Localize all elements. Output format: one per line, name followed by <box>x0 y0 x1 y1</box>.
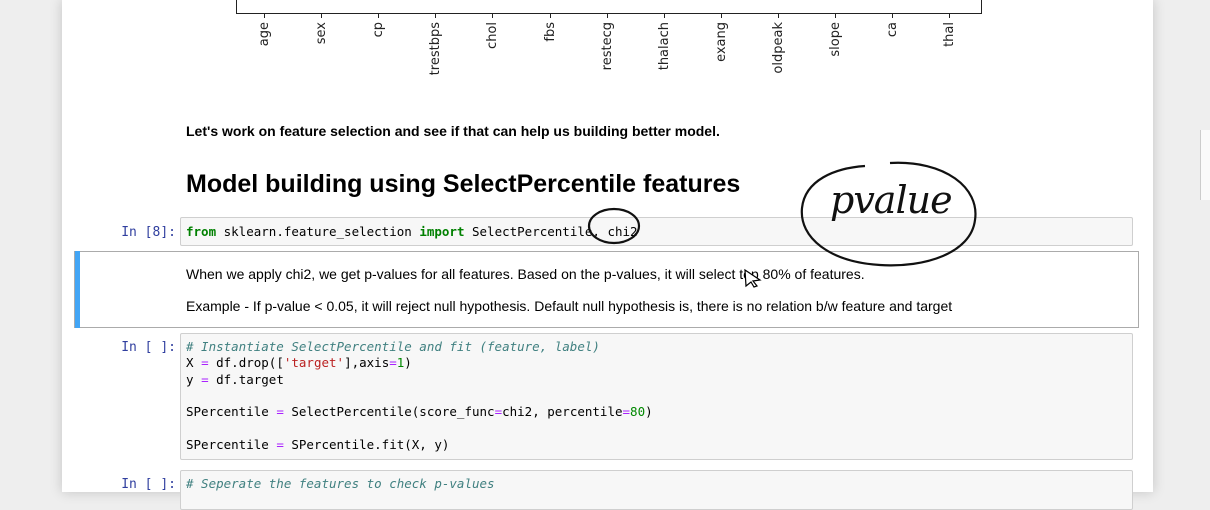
chart-x-tick-label: chol <box>485 22 501 49</box>
chart-x-tick <box>720 13 722 18</box>
chart-x-tick <box>949 13 951 18</box>
chart-x-tick <box>663 13 665 18</box>
chart-x-tick-label: fbs <box>542 22 558 42</box>
chart-x-tick-label: slope <box>828 22 843 57</box>
section-heading: Model building using SelectPercentile fe… <box>186 170 741 198</box>
side-panel-edge <box>1200 130 1210 200</box>
code-line: from sklearn.feature_selection import Se… <box>181 218 1132 240</box>
code-cell-pvalues[interactable]: # Seperate the features to check p-value… <box>180 470 1133 510</box>
code-text: SelectPercentile, <box>464 224 608 239</box>
code-block: # Instantiate SelectPercentile and fit (… <box>186 339 653 452</box>
chart-x-tick <box>777 13 779 18</box>
chart-x-tick-label: cp <box>371 22 387 38</box>
code-comment: # Seperate the features to check p-value… <box>186 476 495 491</box>
chart-x-tick-label: thal <box>942 22 958 47</box>
code-keyword: from <box>186 224 217 239</box>
chart-x-tick-label: oldpeak <box>770 22 786 74</box>
code-keyword: import <box>419 224 465 239</box>
cell-selection-indicator <box>75 251 80 328</box>
chart-x-tick-label: thalach <box>656 22 672 71</box>
chart-x-tick <box>378 13 380 18</box>
code-cell-import[interactable]: from sklearn.feature_selection import Se… <box>180 217 1133 246</box>
code-string: 'target' <box>283 355 345 371</box>
code-text-chi2: chi2 <box>607 224 638 239</box>
chart-x-tick <box>321 13 323 18</box>
chart-x-tick <box>435 13 437 18</box>
markdown-explanation-line2: Example - If p-value < 0.05, it will rej… <box>186 298 953 314</box>
cell-prompt: In [ ]: <box>121 340 176 355</box>
chart-axes-frame <box>236 0 982 14</box>
markdown-explanation-line1: When we apply chi2, we get p-values for … <box>186 266 865 282</box>
chart-x-tick <box>606 13 608 18</box>
chart-x-tick-label: trestbps <box>428 22 444 76</box>
chart-x-tick <box>264 13 265 18</box>
code-block: # Seperate the features to check p-value… <box>181 471 1132 492</box>
code-number: 80 <box>630 404 646 420</box>
notebook-page: age sex cp trestbps chol fbs restecg thalach exa… <box>62 0 1153 510</box>
cell-prompt: In [8]: <box>121 225 176 240</box>
chart-x-tick <box>835 13 836 18</box>
markdown-intro-text: Let's work on feature selection and see … <box>186 123 720 139</box>
code-text: sklearn.feature_selection <box>216 224 420 239</box>
code-cell-fit[interactable]: # Instantiate SelectPercentile and fit (… <box>180 333 1133 460</box>
code-comment: # Instantiate SelectPercentile and fit (… <box>186 339 600 354</box>
cell-prompt: In [ ]: <box>121 477 176 492</box>
chart-x-tick-label: exang <box>713 22 729 62</box>
markdown-cell-selected[interactable] <box>74 251 1139 328</box>
chart-x-tick <box>892 13 894 18</box>
chart-x-tick-label: age <box>257 22 272 47</box>
chart-x-tick-label: sex <box>314 22 330 45</box>
chart-x-tick-label: ca <box>885 22 901 38</box>
chart-x-tick <box>492 13 494 18</box>
chart-x-tick <box>549 13 551 18</box>
chart-x-tick-label: restecg <box>599 22 615 71</box>
